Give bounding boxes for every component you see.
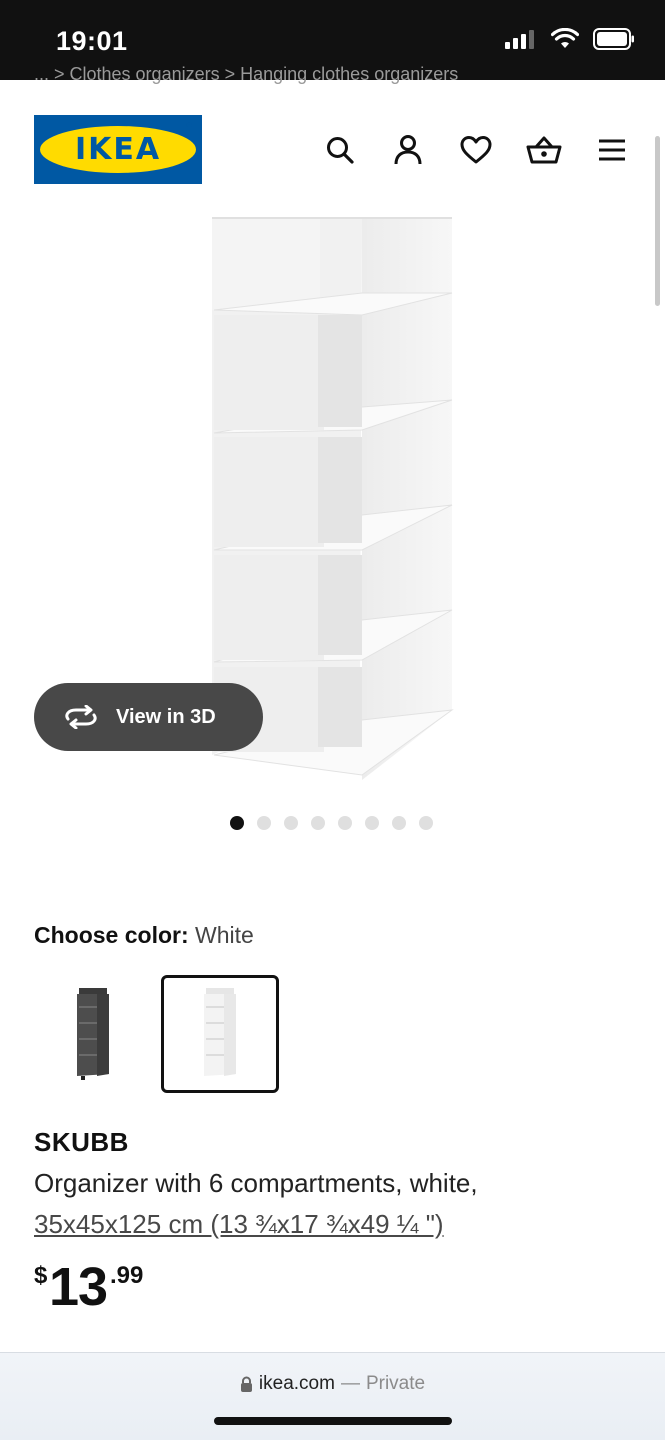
price-decimal: .99 [110, 1262, 144, 1289]
url-separator: — [340, 1373, 360, 1394]
logo-text: IKEA [74, 132, 162, 167]
rotate-3d-icon [62, 705, 100, 729]
lock-icon [240, 1376, 253, 1392]
gallery-dot[interactable] [365, 816, 379, 830]
price-currency: $ [34, 1262, 48, 1289]
choose-color-label: Choose color: [34, 922, 189, 948]
battery-icon [593, 28, 634, 50]
status-time: 19:01 [56, 26, 128, 56]
private-mode-label: Private [365, 1373, 426, 1394]
gallery-dot[interactable] [257, 816, 271, 830]
heart-icon[interactable] [458, 132, 494, 168]
breadcrumb[interactable]: ... > Clothes organizers > Hanging cloth… [34, 64, 634, 84]
gallery-dot[interactable] [419, 816, 433, 830]
gallery-pagination [230, 816, 433, 830]
site-header: IKEA ® [0, 100, 665, 200]
url-domain: ikea.com [258, 1373, 335, 1394]
price-integer: 13 [49, 1257, 108, 1317]
product-name: SKUBB [34, 1127, 129, 1157]
gallery-dot[interactable] [392, 816, 406, 830]
status-icons [505, 28, 635, 50]
url-display[interactable]: ikea.com — Private [0, 1373, 665, 1395]
color-swatch-dark-grey[interactable] [34, 975, 152, 1093]
product-size-link[interactable]: 35x45x125 cm (13 ¾x17 ¾x49 ¼ ") [34, 1209, 444, 1240]
selected-color: White [195, 922, 254, 948]
browser-address-bar[interactable]: ikea.com — Private [0, 1352, 665, 1440]
gallery-dot[interactable] [230, 816, 244, 830]
product-description: Organizer with 6 compartments, white, [34, 1168, 478, 1198]
choose-color-heading: Choose color: White [34, 922, 254, 949]
basket-icon[interactable] [526, 132, 562, 168]
wifi-icon [551, 28, 579, 48]
registered-mark: ® [186, 121, 192, 130]
header-icons [322, 132, 630, 168]
gallery-dot[interactable] [311, 816, 325, 830]
ikea-logo[interactable]: IKEA ® [34, 115, 202, 184]
color-swatch-white[interactable] [161, 975, 279, 1093]
view-in-3d-button[interactable]: View in 3D [34, 683, 263, 751]
user-icon[interactable] [390, 132, 426, 168]
gallery-dot[interactable] [338, 816, 352, 830]
gallery-dot[interactable] [284, 816, 298, 830]
search-icon[interactable] [322, 132, 358, 168]
view-in-3d-label: View in 3D [116, 705, 216, 728]
home-indicator[interactable] [214, 1417, 452, 1425]
logo-oval: IKEA [40, 126, 196, 173]
cellular-signal-icon [505, 30, 534, 49]
menu-icon[interactable] [594, 132, 630, 168]
